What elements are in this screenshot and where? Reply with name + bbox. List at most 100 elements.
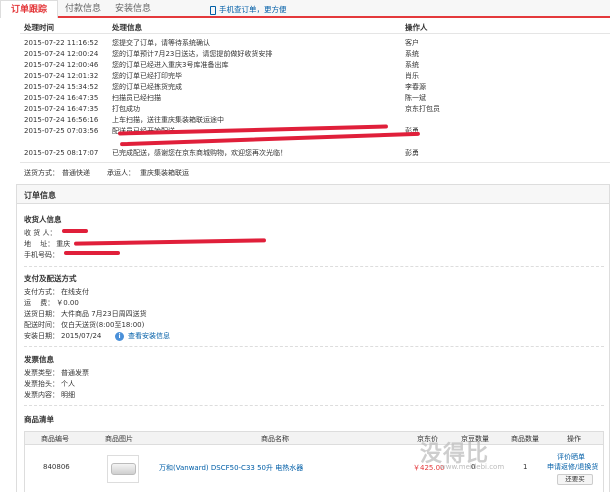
tracking-row: 2015-07-25 08:17:07 已完成配送，感谢您在京东商城购物，欢迎您… bbox=[0, 148, 610, 158]
payment-row: 支付方式： 在线支付 bbox=[24, 287, 89, 297]
tab-order-tracking[interactable]: 订单跟踪 bbox=[0, 0, 58, 18]
divider bbox=[20, 33, 610, 34]
ship-method-value: 普通快递 bbox=[62, 169, 90, 177]
product-thumbnail[interactable] bbox=[107, 455, 139, 483]
invoice-title: 发票信息 bbox=[24, 355, 54, 364]
tracking-info: 您的订单已经进入重庆3号库准备出库 bbox=[112, 61, 229, 69]
product-quantity: 1 bbox=[523, 463, 528, 471]
col-action: 操作 bbox=[567, 435, 581, 443]
payment-value: 仅白天送货(8:00至18:00) bbox=[61, 321, 145, 329]
mobile-order-label: 手机查订单，更方便 bbox=[219, 5, 287, 14]
tracking-header-operator: 操作人 bbox=[405, 23, 428, 32]
invoice-label: 发票抬头： bbox=[24, 380, 59, 388]
tab-bar: 订单跟踪 付款信息 安装信息 手机查订单，更方便 bbox=[0, 0, 610, 18]
divider bbox=[24, 346, 604, 347]
receiver-address-label: 地 址： bbox=[24, 240, 55, 248]
receiver-address-value: 重庆 bbox=[56, 240, 71, 248]
carrier-value: 重庆集装箱联运 bbox=[140, 169, 189, 177]
receiver-title: 收货人信息 bbox=[24, 215, 62, 224]
tracking-time: 2015-07-25 07:03:56 bbox=[24, 127, 99, 135]
invoice-row: 发票抬头： 个人 bbox=[24, 379, 75, 389]
carrier-label: 承运人： bbox=[107, 169, 135, 177]
tracking-operator: 系统 bbox=[405, 61, 419, 69]
tracking-info: 您提交了订单，请等待系统确认 bbox=[112, 39, 210, 47]
redaction-mark bbox=[62, 229, 88, 233]
tracking-info: 已完成配送，感谢您在京东商城购物，欢迎您再次光临！ bbox=[112, 149, 287, 157]
tracking-row: 2015-07-24 16:47:35 打包成功 京东打包员 bbox=[0, 104, 610, 114]
ship-method-label: 送货方式： bbox=[24, 169, 59, 177]
tracking-row: 2015-07-24 12:00:24 您的订单预计7月23日送达，请您提前做好… bbox=[0, 49, 610, 59]
col-product-image: 商品图片 bbox=[105, 435, 133, 443]
tracking-row: 2015-07-24 12:00:46 您的订单已经进入重庆3号库准备出库 系统 bbox=[0, 60, 610, 70]
product-name-link[interactable]: 万和(Vanward) DSCF50-C33 50升 电热水器 bbox=[159, 463, 303, 473]
mobile-order-link[interactable]: 手机查订单，更方便 bbox=[210, 4, 287, 15]
tracking-header-info: 处理信息 bbox=[112, 23, 142, 32]
payment-label: 安装日期： bbox=[24, 332, 59, 340]
tracking-info: 打包成功 bbox=[112, 105, 140, 113]
water-heater-image bbox=[111, 463, 136, 475]
tracking-time: 2015-07-24 16:47:35 bbox=[24, 105, 99, 113]
phone-icon bbox=[210, 5, 216, 15]
payment-value: ￥0.00 bbox=[56, 299, 79, 307]
divider bbox=[24, 405, 604, 406]
tracking-info: 扫描员已经扫描 bbox=[112, 94, 161, 102]
tracking-header-time: 处理时间 bbox=[24, 23, 54, 32]
receiver-address-row: 地 址： 重庆 bbox=[24, 239, 70, 249]
tracking-operator: 陈一斌 bbox=[405, 94, 426, 102]
tracking-operator: 彭勇 bbox=[405, 149, 419, 157]
redaction-mark bbox=[64, 251, 120, 255]
order-info-header bbox=[16, 184, 610, 204]
product-id: 840806 bbox=[43, 463, 70, 471]
info-icon: i bbox=[115, 331, 124, 341]
buy-again-button[interactable]: 还要买 bbox=[557, 474, 593, 485]
products-table-header: 商品编号 商品图片 商品名称 京东价 京豆数量 商品数量 操作 bbox=[24, 431, 604, 445]
tracking-time: 2015-07-24 16:56:16 bbox=[24, 116, 99, 124]
tracking-info: 您的订单已经拣货完成 bbox=[112, 83, 182, 91]
invoice-value: 普通发票 bbox=[61, 369, 89, 377]
receiver-phone-label: 手机号码： bbox=[24, 251, 59, 259]
tracking-time: 2015-07-24 15:34:52 bbox=[24, 83, 99, 91]
payment-title: 支付及配送方式 bbox=[24, 274, 77, 283]
install-info-link[interactable]: i 查看安装信息 bbox=[115, 331, 170, 341]
payment-row: 安装日期： 2015/07/24 bbox=[24, 331, 101, 341]
product-row: 840806 万和(Vanward) DSCF50-C33 50升 电热水器 ￥… bbox=[24, 445, 604, 492]
tracking-info: 您的订单预计7月23日送达，请您提前做好收货安排 bbox=[112, 50, 273, 58]
tracking-time: 2015-07-25 08:17:07 bbox=[24, 149, 99, 157]
tracking-row: 2015-07-24 16:47:35 扫描员已经扫描 陈一斌 bbox=[0, 93, 610, 103]
tracking-time: 2015-07-24 12:00:24 bbox=[24, 50, 99, 58]
review-link[interactable]: 评价晒单 bbox=[557, 452, 585, 462]
invoice-value: 明细 bbox=[61, 391, 75, 399]
receiver-name-row: 收 货 人： bbox=[24, 228, 56, 238]
divider bbox=[24, 266, 604, 267]
receiver-name-label: 收 货 人： bbox=[24, 229, 57, 237]
tracking-operator: 肖乐 bbox=[405, 72, 419, 80]
col-quantity: 商品数量 bbox=[511, 435, 539, 443]
return-request-link[interactable]: 申请返修/退换货 bbox=[547, 462, 598, 472]
payment-label: 支付方式： bbox=[24, 288, 59, 296]
tracking-row: 2015-07-24 12:01:32 您的订单已经打印完毕 肖乐 bbox=[0, 71, 610, 81]
invoice-value: 个人 bbox=[61, 380, 75, 388]
divider bbox=[20, 162, 610, 163]
order-info-title: 订单信息 bbox=[24, 191, 56, 200]
watermark-url: www.meidebi.com bbox=[440, 463, 505, 471]
tracking-operator: 李春源 bbox=[405, 83, 426, 91]
payment-label: 配送时间： bbox=[24, 321, 59, 329]
payment-value: 大件商品 7月23日周四送货 bbox=[61, 310, 147, 318]
invoice-label: 发票类型： bbox=[24, 369, 59, 377]
tracking-info: 您的订单已经打印完毕 bbox=[112, 72, 182, 80]
tracking-info: 上车扫描，送往重庆集装箱联运途中 bbox=[112, 116, 224, 124]
payment-label: 送货日期： bbox=[24, 310, 59, 318]
tracking-row: 2015-07-22 11:16:52 您提交了订单，请等待系统确认 客户 bbox=[0, 38, 610, 48]
payment-row: 运 费： ￥0.00 bbox=[24, 298, 79, 308]
tracking-operator: 客户 bbox=[405, 39, 419, 47]
invoice-row: 发票类型： 普通发票 bbox=[24, 368, 89, 378]
tracking-operator: 系统 bbox=[405, 50, 419, 58]
tracking-time: 2015-07-24 12:01:32 bbox=[24, 72, 99, 80]
tab-install-info[interactable]: 安装信息 bbox=[108, 0, 158, 18]
payment-value: 在线支付 bbox=[61, 288, 89, 296]
receiver-phone-row: 手机号码： bbox=[24, 250, 59, 260]
payment-row: 配送时间： 仅白天送货(8:00至18:00) bbox=[24, 320, 144, 330]
tracking-time: 2015-07-24 12:00:46 bbox=[24, 61, 99, 69]
tracking-time: 2015-07-22 11:16:52 bbox=[24, 39, 99, 47]
tab-payment-info[interactable]: 付款信息 bbox=[60, 0, 106, 18]
